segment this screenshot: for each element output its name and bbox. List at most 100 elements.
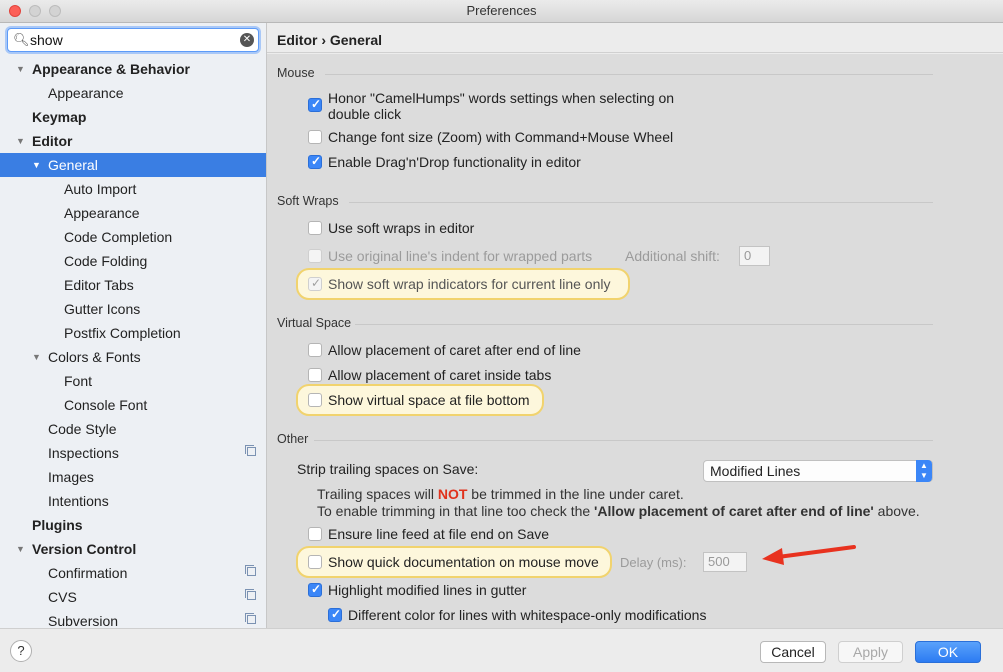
tree-item[interactable]: Code Style (0, 417, 266, 441)
delay-field[interactable]: 500 (703, 552, 747, 572)
tree-item-label: Code Folding (64, 253, 148, 269)
trailing-note-line-2: To enable trimming in that line too chec… (317, 503, 920, 519)
ok-button[interactable]: OK (915, 641, 981, 663)
expand-arrow-icon[interactable]: ▼ (16, 537, 25, 561)
tree-item[interactable]: Inspections (0, 441, 266, 465)
expand-arrow-icon[interactable]: ▼ (16, 129, 25, 153)
tree-item[interactable]: Font (0, 369, 266, 393)
tree-item[interactable]: ▼ Colors & Fonts (0, 345, 266, 369)
tree-item[interactable]: Keymap (0, 105, 266, 129)
section-soft-wraps: Soft Wraps (277, 194, 339, 208)
additional-shift-field[interactable]: 0 (739, 246, 770, 266)
tree-item-label: Appearance (64, 205, 140, 221)
project-level-icon (245, 589, 256, 600)
tree-item[interactable]: Auto Import (0, 177, 266, 201)
tree-item[interactable]: Appearance (0, 81, 266, 105)
camel-humps-label-2: double click (328, 106, 402, 122)
tree-item[interactable]: CVS (0, 585, 266, 609)
strip-trailing-label: Strip trailing spaces on Save: (297, 461, 479, 477)
line-feed-eof-label: Ensure line feed at file end on Save (328, 526, 550, 542)
caret-after-eol-checkbox[interactable] (308, 343, 322, 357)
tree-item[interactable]: Postfix Completion (0, 321, 266, 345)
tree-item-label: Console Font (64, 397, 148, 413)
tree-item[interactable]: Plugins (0, 513, 266, 537)
tree-item[interactable]: Console Font (0, 393, 266, 417)
camel-humps-checkbox[interactable] (308, 97, 322, 112)
tree-item-label: Confirmation (48, 565, 128, 581)
settings-sidebar: 🔍︎ show ✕ ▼ Appearance & Behavior Appearan… (0, 23, 267, 628)
tree-item-label: Plugins (32, 517, 83, 533)
soft-wrap-indicators-label: Show soft wrap indicators for current li… (328, 276, 611, 292)
highlight-modified-checkbox[interactable] (308, 582, 322, 597)
quick-doc-checkbox[interactable] (308, 555, 322, 569)
tree-item-label: Editor (32, 133, 73, 149)
tree-item-label: Auto Import (64, 181, 137, 197)
tree-item[interactable]: Appearance (0, 201, 266, 225)
tree-item[interactable]: Editor Tabs (0, 273, 266, 297)
whitespace-only-checkbox[interactable] (328, 607, 342, 622)
cancel-button[interactable]: Cancel (760, 641, 826, 663)
soft-wraps-checkbox[interactable] (308, 221, 322, 235)
search-icon: 🔍︎ (13, 32, 30, 47)
expand-arrow-icon[interactable]: ▼ (16, 57, 25, 81)
red-arrow-annotation (762, 545, 856, 565)
section-virtual-space: Virtual Space (277, 316, 352, 330)
expand-arrow-icon[interactable]: ▼ (32, 345, 41, 369)
caret-after-eol-label: Allow placement of caret after end of li… (328, 342, 581, 358)
tree-item[interactable]: Images (0, 465, 266, 489)
tree-item[interactable]: ▼ Appearance & Behavior (0, 57, 266, 81)
quick-doc-label: Show quick documentation on mouse move (328, 554, 599, 570)
section-divider (355, 324, 933, 325)
strip-trailing-select[interactable]: Modified Lines ▲ ▼ (703, 460, 933, 482)
apply-button[interactable]: Apply (838, 641, 903, 663)
original-indent-checkbox[interactable] (308, 249, 322, 263)
tree-item-label: Colors & Fonts (48, 349, 141, 365)
section-divider (349, 202, 933, 203)
section-divider (325, 74, 933, 75)
window-title: Preferences (466, 3, 537, 18)
expand-arrow-icon[interactable]: ▼ (32, 153, 41, 177)
tree-item-label: CVS (48, 589, 77, 605)
tree-item-label: Inspections (48, 445, 119, 461)
original-indent-label: Use original line's indent for wrapped p… (328, 248, 593, 264)
tree-item[interactable]: ▼ General (0, 153, 266, 177)
tree-item-label: Font (64, 373, 93, 389)
caret-inside-tabs-checkbox[interactable] (308, 368, 322, 382)
search-input[interactable]: 🔍︎ show ✕ (7, 28, 259, 52)
drag-drop-checkbox[interactable] (308, 154, 322, 169)
delay-label: Delay (ms): (620, 555, 687, 570)
soft-wrap-indicators-checkbox[interactable] (308, 276, 322, 291)
search-query[interactable]: show (30, 32, 63, 48)
zoom-font-label: Change font size (Zoom) with Command+Mou… (328, 129, 674, 145)
tree-item[interactable]: Confirmation (0, 561, 266, 585)
close-window-button[interactable] (9, 5, 21, 17)
help-button[interactable]: ? (10, 640, 32, 662)
tree-item[interactable]: Subversion (0, 609, 266, 628)
virtual-space-bottom-label: Show virtual space at file bottom (328, 392, 530, 408)
section-other: Other (277, 432, 309, 446)
virtual-space-bottom-checkbox[interactable] (308, 393, 322, 407)
whitespace-only-label: Different color for lines with whitespac… (348, 607, 707, 623)
breadcrumb: Editor › General (267, 23, 1003, 53)
tree-item[interactable]: ▼ Version Control (0, 537, 266, 561)
tree-item-label: Gutter Icons (64, 301, 141, 317)
tree-item-label: Subversion (48, 613, 119, 628)
tree-item-label: Keymap (32, 109, 87, 125)
drag-drop-label: Enable Drag'n'Drop functionality in edit… (328, 154, 581, 170)
zoom-font-checkbox[interactable] (308, 130, 322, 144)
minimize-window-button[interactable] (29, 5, 41, 17)
tree-item[interactable]: Code Completion (0, 225, 266, 249)
title-bar: Preferences (0, 0, 1003, 23)
tree-item[interactable]: Code Folding (0, 249, 266, 273)
settings-content: Editor › General Mouse Honor "CamelHumps… (267, 23, 1003, 628)
tree-item[interactable]: Gutter Icons (0, 297, 266, 321)
clear-search-icon[interactable]: ✕ (240, 33, 254, 47)
camel-humps-label-1: Honor "CamelHumps" words settings when s… (328, 90, 675, 106)
tree-item[interactable]: ▼ Editor (0, 129, 266, 153)
maximize-window-button[interactable] (49, 5, 61, 17)
tree-item-label: Editor Tabs (64, 277, 134, 293)
line-feed-eof-checkbox[interactable] (308, 527, 322, 541)
tree-item-label: Intentions (48, 493, 109, 509)
tree-item[interactable]: Intentions (0, 489, 266, 513)
project-level-icon (245, 565, 256, 576)
